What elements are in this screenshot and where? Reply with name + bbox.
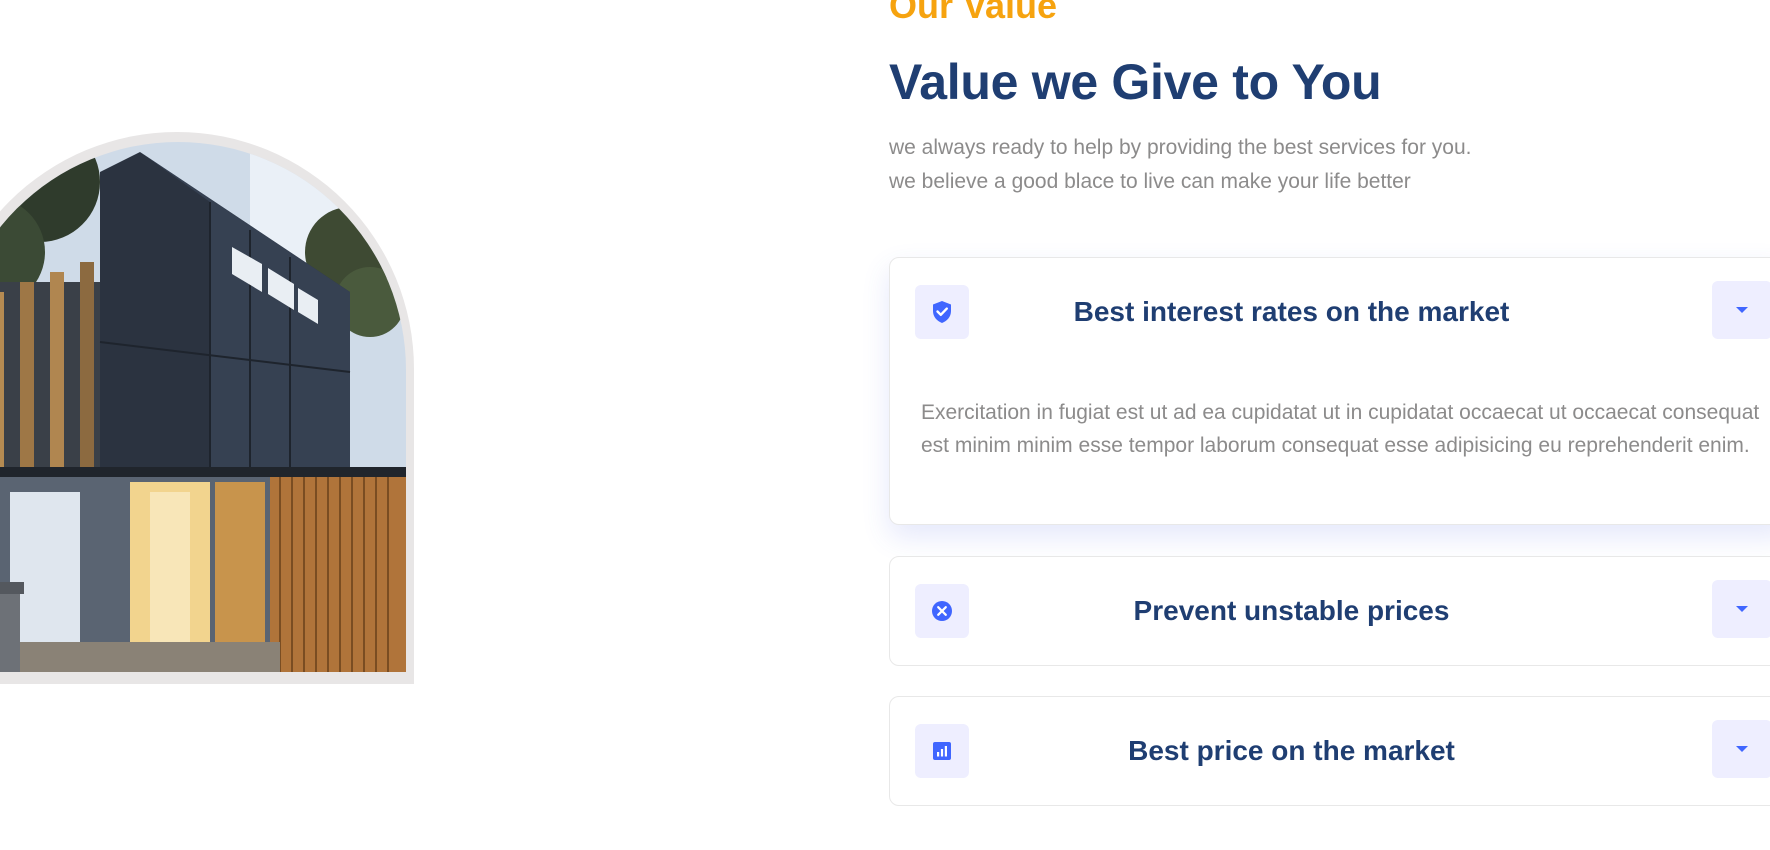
bar-chart-icon <box>915 724 969 778</box>
accordion-item-interest-rates[interactable]: Best interest rates on the market Exerci… <box>889 257 1770 525</box>
accordion-item-body: Exercitation in fugiat est ut ad ea cupi… <box>921 401 1760 457</box>
accordion-toggle-button[interactable] <box>1712 580 1770 638</box>
accordion-toggle-button[interactable] <box>1712 281 1770 339</box>
caret-down-icon <box>1736 307 1748 313</box>
close-circle-icon <box>915 584 969 638</box>
hero-image-frame <box>0 132 414 684</box>
house-photo <box>0 142 406 672</box>
accordion-item-title[interactable]: Best price on the market <box>969 724 1614 778</box>
section-eyebrow: Our Value <box>889 0 1058 26</box>
accordion-item-title[interactable]: Best interest rates on the market <box>969 285 1614 339</box>
section-subtext: we always ready to help by providing the… <box>889 131 1471 199</box>
subtext-line: we always ready to help by providing the… <box>889 136 1472 159</box>
caret-down-icon <box>1736 606 1748 612</box>
section-headline: Value we Give to You <box>889 54 1382 110</box>
accordion-toggle-button[interactable] <box>1712 720 1770 778</box>
accordion-item-title[interactable]: Prevent unstable prices <box>969 584 1614 638</box>
shield-check-icon <box>915 285 969 339</box>
subtext-line: we believe a good blace to live can make… <box>889 170 1411 193</box>
caret-down-icon <box>1736 746 1748 752</box>
accordion-item-best-price[interactable]: Best price on the market <box>889 696 1770 806</box>
accordion-item-unstable-prices[interactable]: Prevent unstable prices <box>889 556 1770 666</box>
